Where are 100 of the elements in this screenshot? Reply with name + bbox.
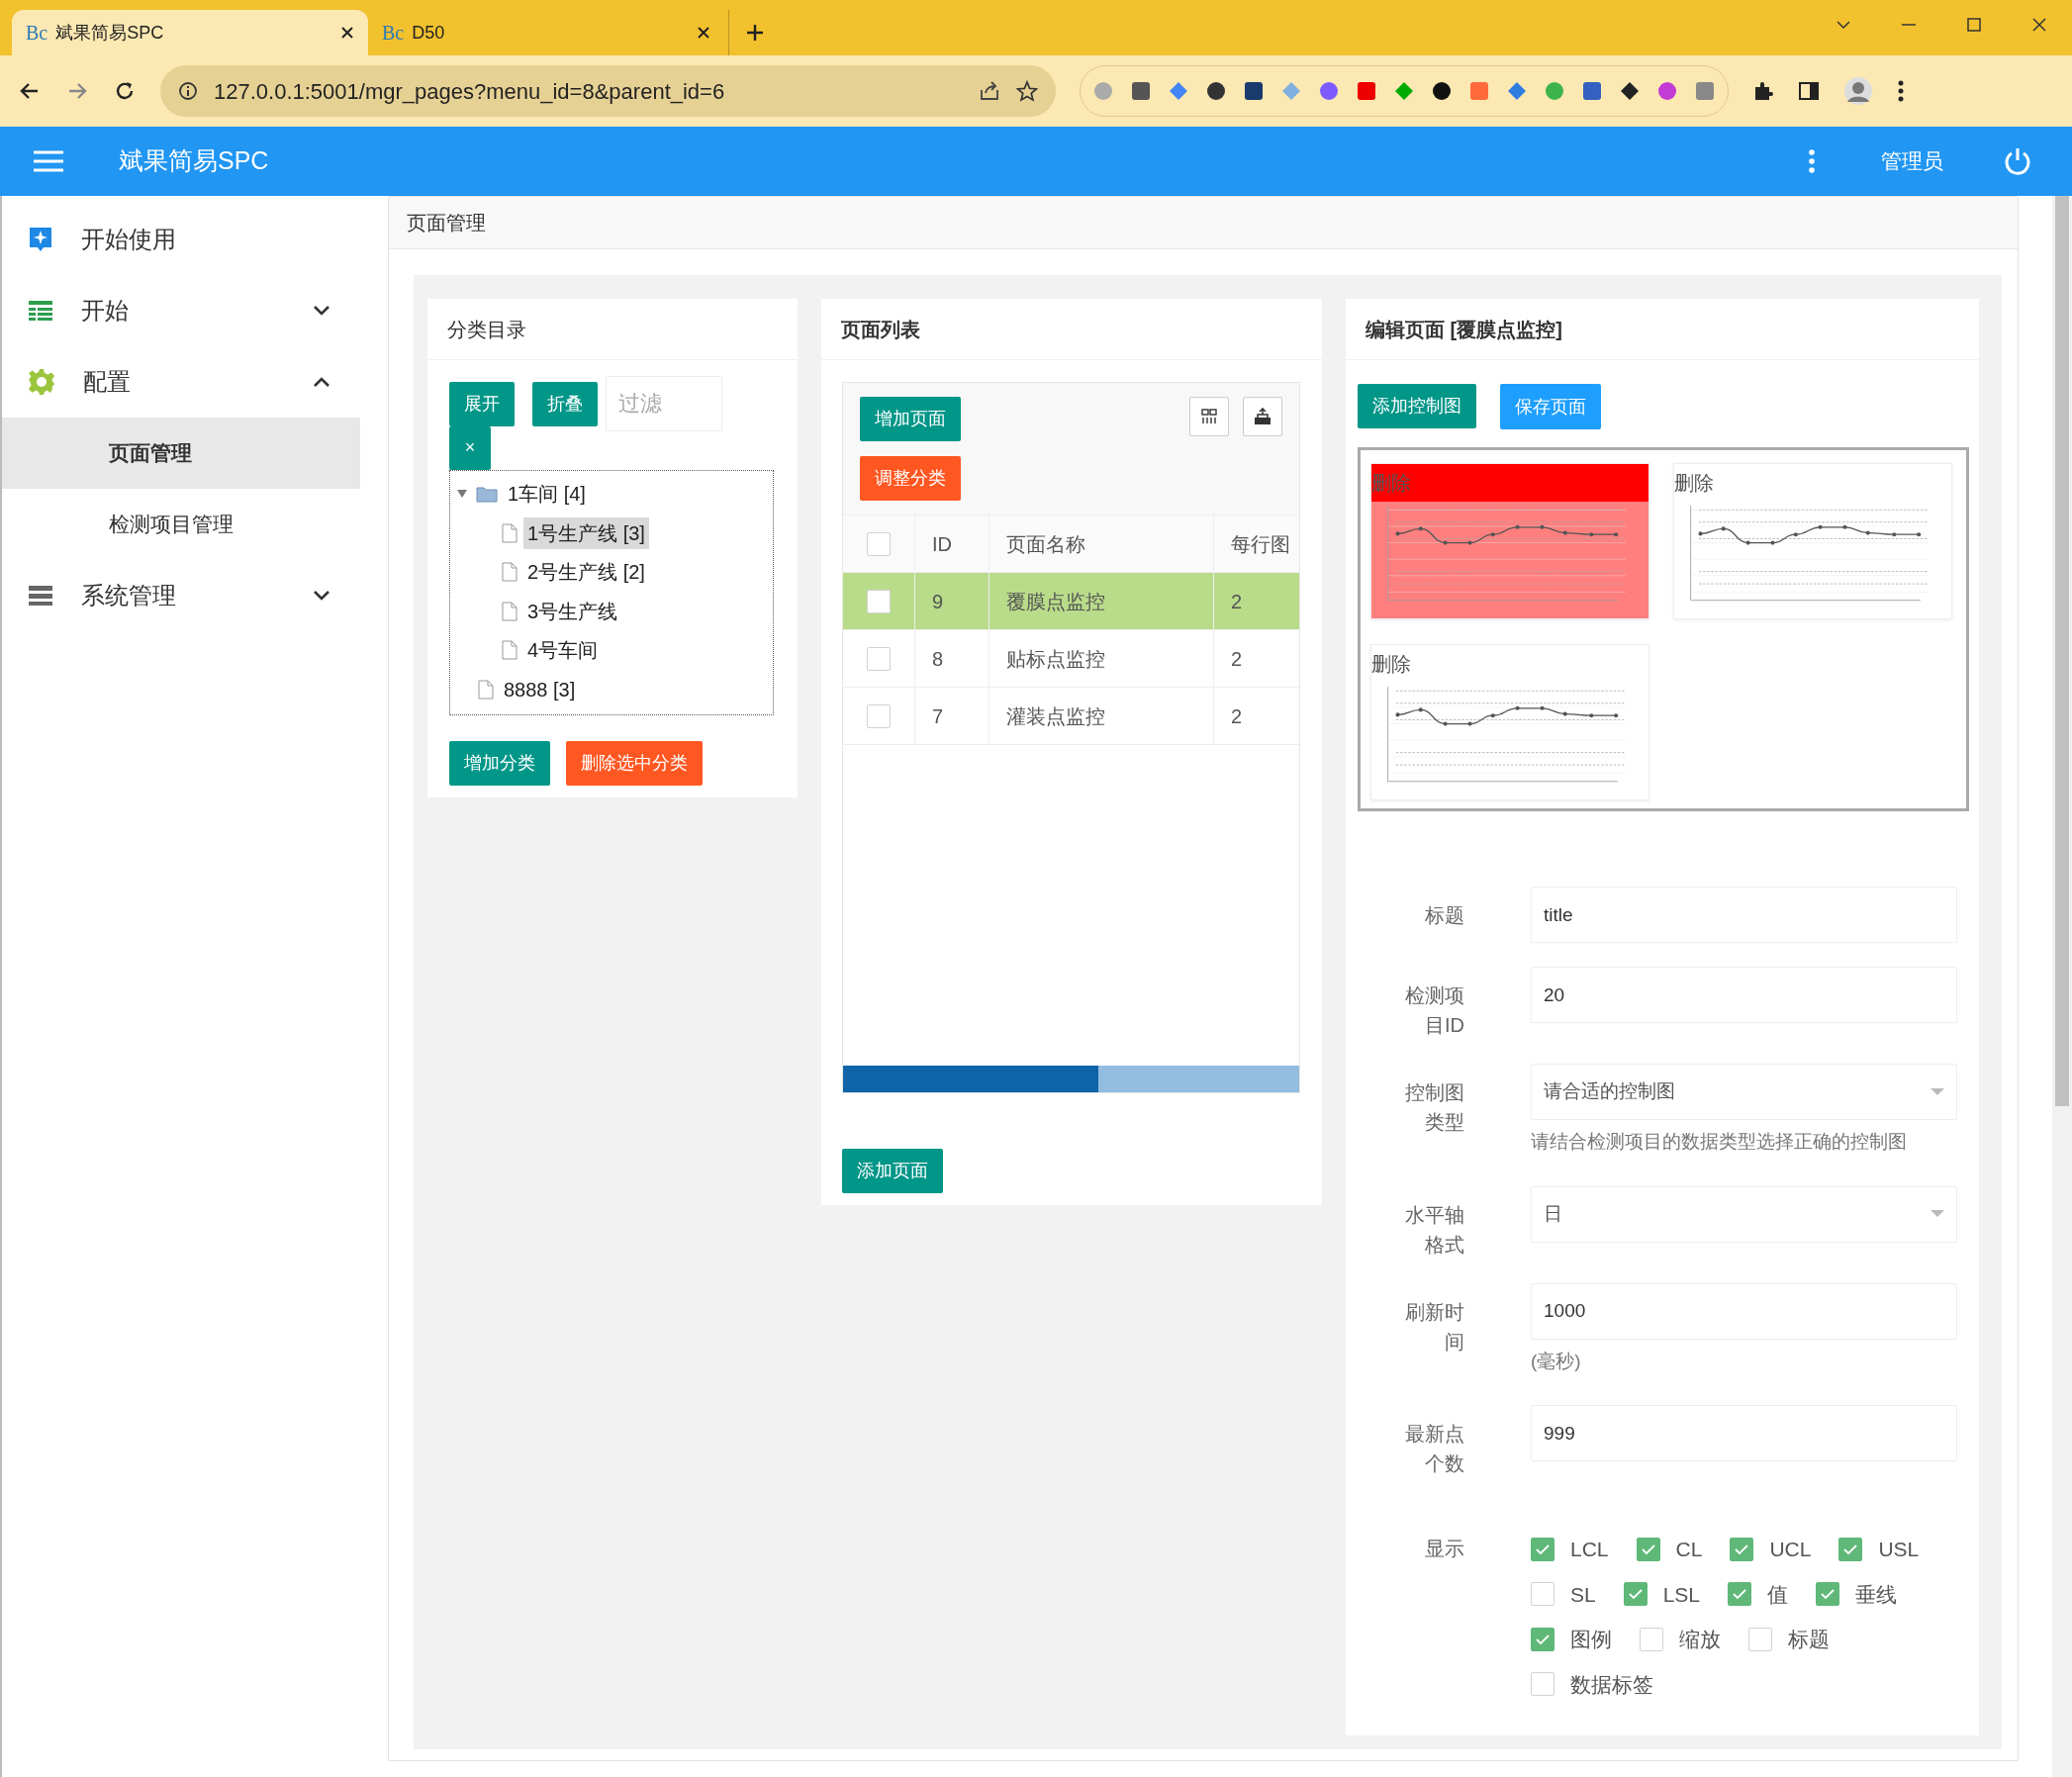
input-field[interactable]: 1000 [1531,1282,1957,1340]
tree-node[interactable]: 8888 [3] [500,673,580,705]
filter-field[interactable]: 过滤 [606,376,722,431]
table-row[interactable]: 7 灌装点监控 2 [843,687,1299,744]
checkbox[interactable] [1728,1582,1752,1607]
new-tab-icon[interactable] [745,23,765,43]
tree-node[interactable]: 4号车间 [523,634,603,667]
columns-icon [1200,408,1218,425]
side-panel-icon[interactable] [1798,80,1820,102]
checkbox[interactable] [1531,1672,1554,1697]
checkbox[interactable] [867,646,891,671]
caret-icon [1931,1087,1944,1096]
checkbox[interactable] [1636,1537,1660,1561]
checkbox[interactable] [1531,1582,1554,1607]
url-text: 127.0.0.1:5001/mgr_pages?menu_id=8&parent_id=6 [214,77,726,106]
card-title: 编辑页面 [覆膜点监控] [1366,317,1562,342]
close-icon[interactable] [2030,16,2048,34]
more-options-icon[interactable] [1808,148,1816,174]
checkbox-label: SL [1570,1581,1596,1608]
address-bar[interactable]: 127.0.0.1:5001/mgr_pages?menu_id=8&parent_id=6 [160,65,1056,117]
delete-button[interactable]: 删除 [1371,649,1411,679]
favicon: Bc [26,21,48,46]
tree-button[interactable]: 折叠 [532,381,598,426]
checkmark-icon [1627,1588,1644,1601]
checkbox[interactable] [1816,1582,1840,1607]
scrollbar[interactable] [843,1066,1299,1092]
gear-icon [28,368,55,396]
bookmark-star-icon[interactable] [1016,80,1038,102]
export-button[interactable] [1243,397,1282,436]
checkbox[interactable] [867,703,891,728]
extension-icon[interactable] [1431,80,1453,102]
tree-node[interactable]: 1号生产线 [3] [523,516,649,549]
sidebar-item[interactable]: 配置 [2,346,358,418]
delete-button[interactable]: 删除 [1674,468,1714,498]
field-label: 最新点个数 [1404,1422,1464,1476]
chart-card[interactable]: 删除 [1673,463,1952,619]
extensions-icon[interactable] [1752,80,1774,102]
field-label: 水平轴格式 [1404,1202,1464,1258]
profile-avatar-icon[interactable] [1843,76,1873,106]
close-icon[interactable] [697,26,710,40]
dropdown-field[interactable]: 请合适的控制图 [1531,1064,1957,1120]
help-text: 请结合检测项目的数据类型选择正确的控制图 [1531,1130,1908,1154]
checkbox[interactable] [1531,1627,1554,1651]
close-icon[interactable] [340,26,354,40]
table-row[interactable]: 8 贴标点监控 2 [843,629,1299,687]
column-button[interactable] [1189,397,1229,436]
tree-button[interactable]: 展开 [449,381,515,426]
menu-icon[interactable] [1897,79,1905,103]
extension-icon[interactable] [1243,80,1265,102]
column-header: ID [932,531,952,557]
dropdown-field[interactable]: 日 [1531,1185,1957,1243]
add-page-button[interactable]: 增加页面 [860,397,961,441]
tree-node[interactable]: 2号生产线 [2] [523,556,649,589]
checkbox-label: LCL [1570,1537,1609,1562]
sidebar-item[interactable]: 开始 [2,275,358,346]
power-icon[interactable] [2003,146,2032,176]
table-cell-text: 2 [1231,703,1243,729]
table-cell-text: 贴标点监控 [1006,646,1105,672]
checkbox[interactable] [867,531,891,556]
sidebar-subitem[interactable]: 检测项目管理 [2,489,360,560]
checkbox-label: USL [1878,1537,1920,1562]
input-field[interactable]: title [1531,887,1957,943]
checkbox-label: 缩放 [1679,1627,1721,1652]
scrollbar[interactable] [2052,196,2072,1777]
add-page-button[interactable]: 添加页面 [842,1149,943,1193]
add-category-button[interactable]: 增加分类 [449,740,550,786]
table-row[interactable]: 9 覆膜点监控 2 [843,572,1299,629]
sidebar-subitem[interactable]: 页面管理 [2,418,360,489]
tree-node[interactable]: 3号生产线 [523,595,622,627]
browser-tab[interactable]: Bc D50 [368,10,724,55]
checkbox[interactable] [1748,1627,1772,1651]
checkbox-label: UCL [1769,1537,1812,1562]
extension-icon[interactable] [1205,80,1227,102]
tree-node[interactable]: 1车间 [4] [504,478,590,511]
info-icon[interactable] [178,81,198,101]
sidebar-item[interactable]: 系统管理 [2,560,358,631]
input-field[interactable]: 999 [1531,1405,1957,1461]
expand-triangle-icon[interactable] [456,489,468,500]
checkbox-label: 值 [1767,1581,1789,1608]
share-icon[interactable] [979,80,1000,102]
clear-button[interactable]: × [449,425,491,470]
table-icon [28,300,53,322]
checkbox[interactable] [1730,1537,1754,1561]
maximize-icon[interactable] [1965,16,1983,34]
input-field[interactable]: 20 [1531,967,1957,1023]
checkbox[interactable] [1531,1537,1554,1561]
checkbox[interactable] [1640,1627,1663,1651]
extension-icon[interactable] [1130,80,1152,102]
checkbox[interactable] [867,589,891,613]
extension-icon[interactable] [1619,80,1641,102]
chart-card[interactable]: 删除 [1370,644,1649,800]
add-chart-button[interactable]: 添加控制图 [1358,384,1476,428]
sidebar-item[interactable]: 开始使用 [2,204,358,275]
caret-icon [1931,1210,1944,1218]
table-cell-text: 覆膜点监控 [1006,589,1105,614]
table-cell-text: 8 [932,646,944,672]
checkbox-label: LSL [1662,1581,1701,1608]
checkbox[interactable] [1623,1582,1648,1607]
checkbox[interactable] [1838,1537,1863,1561]
browser-tab[interactable]: Bc 斌果简易SPC [12,10,368,55]
